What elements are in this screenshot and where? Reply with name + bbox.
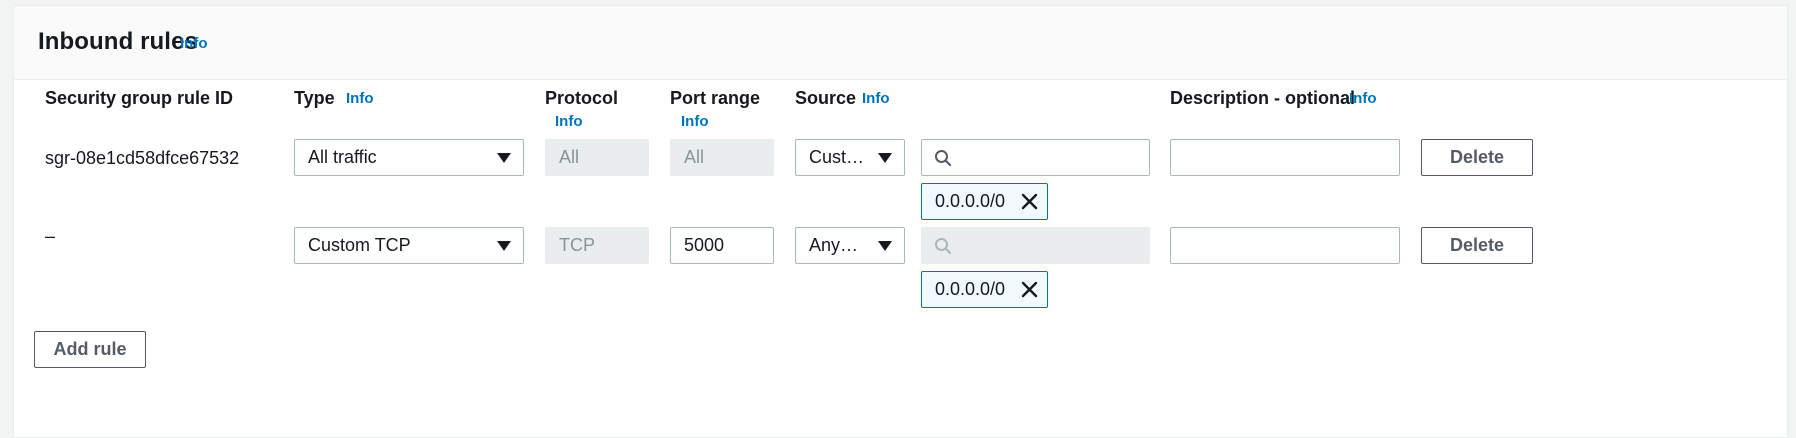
type-select[interactable]: All traffic <box>294 139 524 176</box>
port-range-input[interactable]: 5000 <box>670 227 774 264</box>
rule-id: sgr-08e1cd58dfce67532 <box>45 148 240 168</box>
type-info-link[interactable]: Info <box>346 90 374 107</box>
source-search-input[interactable] <box>921 139 1150 176</box>
panel-title: Inbound rules <box>38 28 198 55</box>
source-search-input <box>921 227 1150 264</box>
remove-token-icon[interactable] <box>1020 280 1039 299</box>
column-header-source: Source <box>795 88 857 108</box>
column-header-rule-id: Security group rule ID <box>45 88 234 108</box>
inbound-rules-panel: Inbound rules Info Security group rule I… <box>13 5 1788 438</box>
source-token-label: 0.0.0.0/0 <box>935 279 1006 299</box>
rule-id: – <box>45 226 56 246</box>
protocol-info-link[interactable]: Info <box>555 113 583 130</box>
description-info-link[interactable]: Info <box>1349 90 1377 107</box>
delete-rule-button[interactable]: Delete <box>1421 139 1533 176</box>
search-icon <box>935 150 952 167</box>
protocol-field: All <box>545 139 649 176</box>
protocol-field: TCP <box>545 227 649 264</box>
caret-down-icon <box>497 241 511 251</box>
search-icon <box>935 238 952 255</box>
caret-down-icon <box>497 153 511 163</box>
port-range-field: All <box>670 139 774 176</box>
port-range-info-link[interactable]: Info <box>681 113 709 130</box>
title-info-link[interactable]: Info <box>180 35 208 52</box>
panel-header: Inbound rules Info <box>14 6 1787 80</box>
caret-down-icon <box>878 153 892 163</box>
caret-down-icon <box>878 241 892 251</box>
column-header-protocol: Protocol <box>545 88 619 108</box>
source-type-select[interactable]: Anywh... <box>795 227 905 264</box>
type-select[interactable]: Custom TCP <box>294 227 524 264</box>
type-select-value: Custom TCP <box>308 235 411 255</box>
column-header-description: Description - optional <box>1170 88 1356 108</box>
description-input[interactable] <box>1170 227 1400 264</box>
remove-token-icon[interactable] <box>1020 192 1039 211</box>
description-input[interactable] <box>1170 139 1400 176</box>
delete-rule-button[interactable]: Delete <box>1421 227 1533 264</box>
source-token: 0.0.0.0/0 <box>921 183 1049 220</box>
source-type-value: Anywh... <box>809 235 879 255</box>
add-rule-button[interactable]: Add rule <box>34 331 146 368</box>
column-header-port-range: Port range <box>670 88 761 108</box>
column-header-type: Type <box>294 88 335 108</box>
source-info-link[interactable]: Info <box>862 90 890 107</box>
source-token-label: 0.0.0.0/0 <box>935 191 1006 211</box>
source-type-value: Custom <box>809 147 872 167</box>
source-type-select[interactable]: Custom <box>795 139 905 176</box>
source-token: 0.0.0.0/0 <box>921 271 1049 308</box>
type-select-value: All traffic <box>308 147 377 167</box>
